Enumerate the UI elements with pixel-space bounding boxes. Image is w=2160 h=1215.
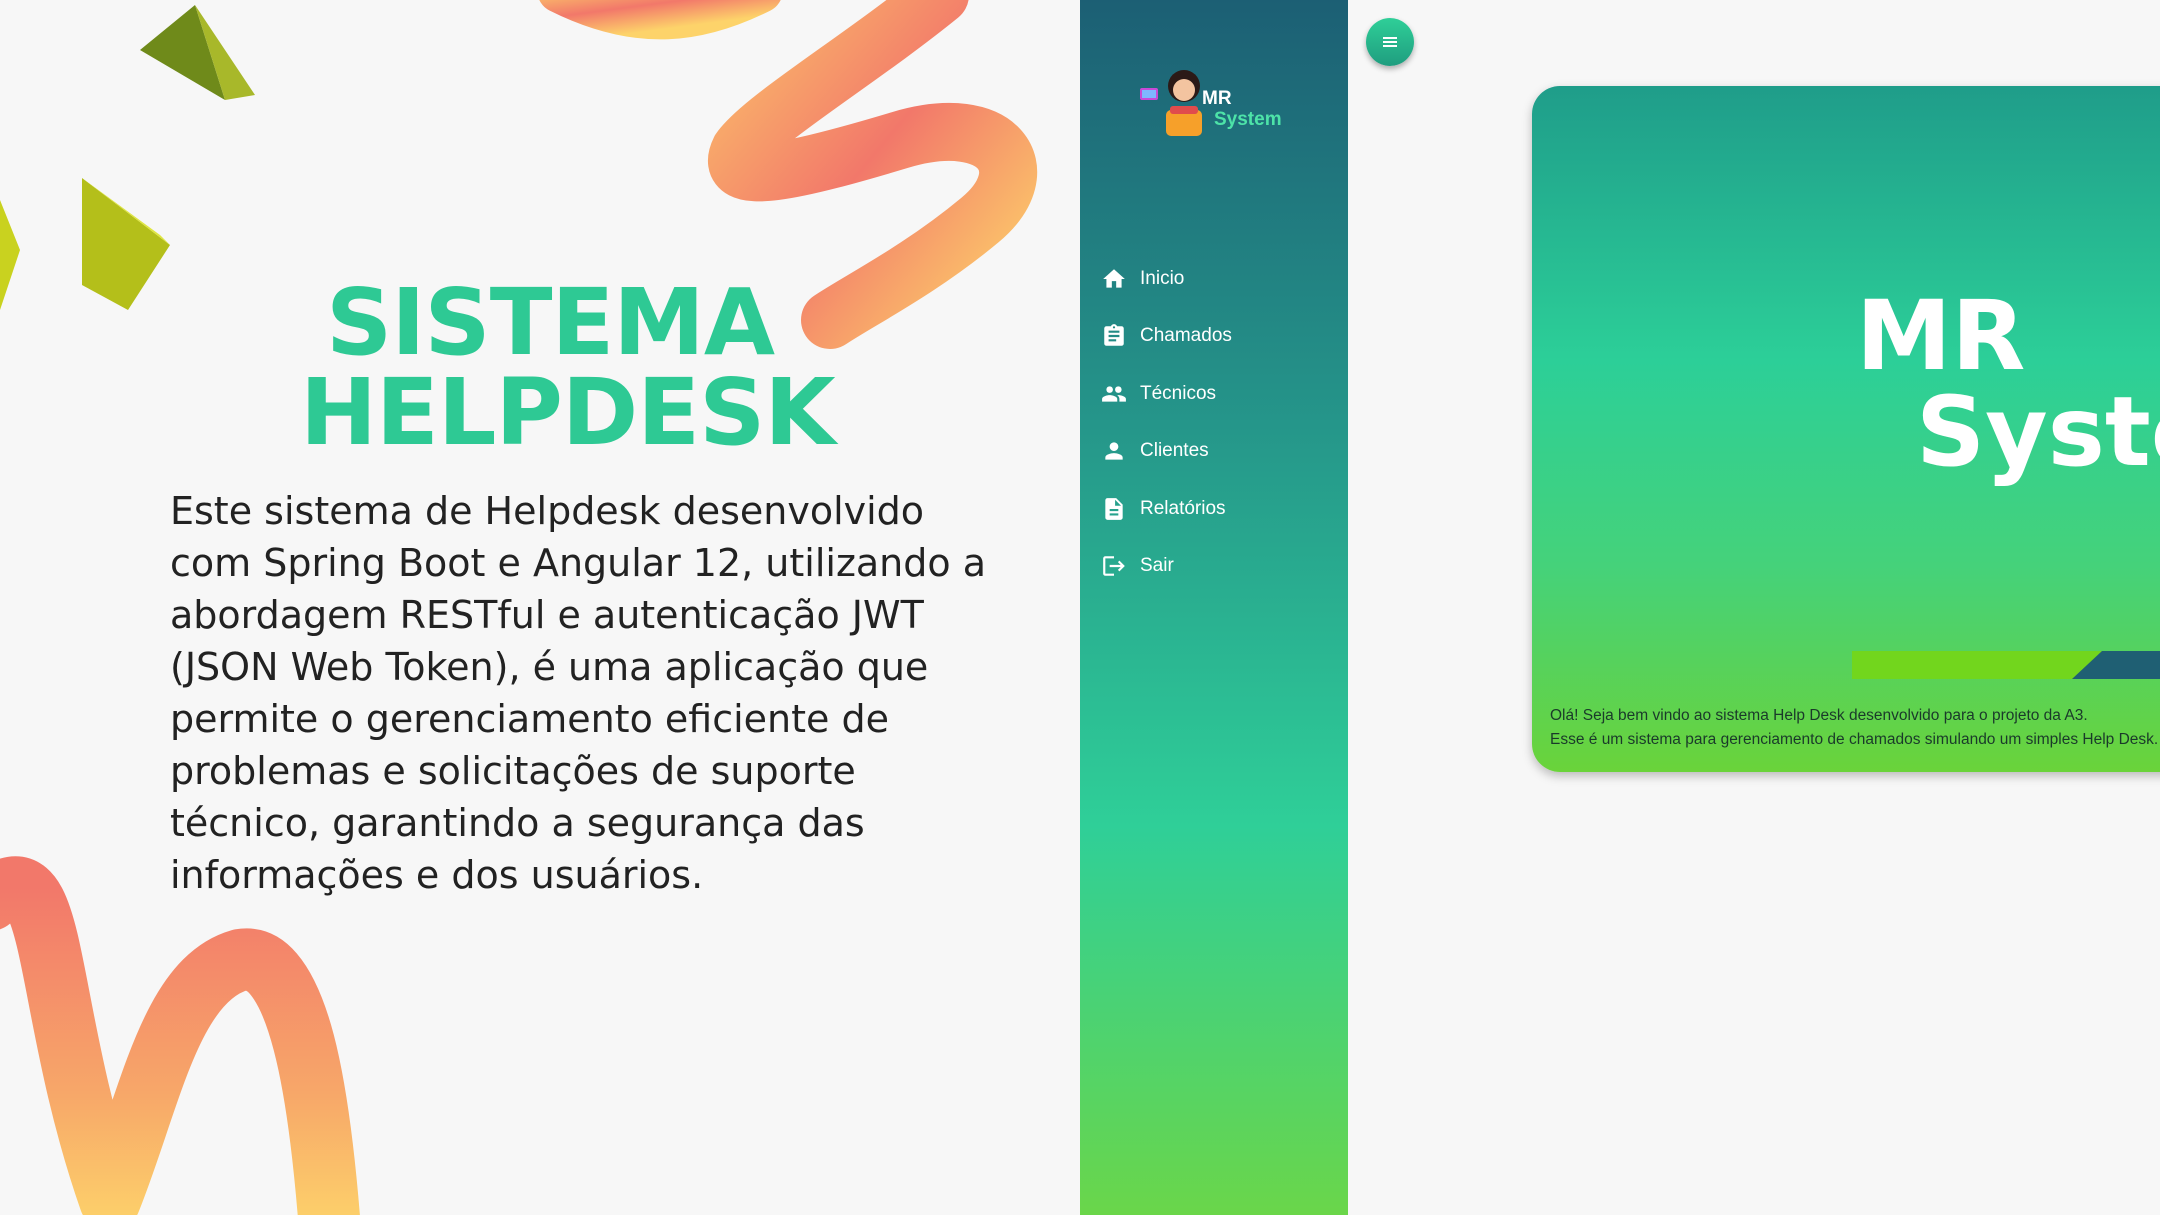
- sidebar-item-label: Inicio: [1140, 267, 1185, 289]
- sidebar-item-label: Relatórios: [1140, 497, 1226, 519]
- logo-line2: System: [1214, 109, 1282, 130]
- logout-icon: [1100, 552, 1128, 580]
- logo-line1: MR: [1202, 88, 1232, 109]
- welcome-card: MR System Olá! Seja bem vindo ao sistema…: [1532, 86, 2160, 772]
- promo-title: SISTEMA HELPDESK: [300, 269, 836, 466]
- logo: MR System: [1202, 88, 1282, 130]
- sidebar-item-label: Sair: [1140, 555, 1174, 577]
- sidebar-item-tecnicos[interactable]: Técnicos: [1080, 365, 1348, 423]
- promo-title-line1: SISTEMA: [325, 269, 775, 376]
- sidebar-item-clientes[interactable]: Clientes: [1080, 423, 1348, 481]
- welcome-line1: Olá! Seja bem vindo ao sistema Help Desk…: [1550, 707, 2088, 724]
- sidebar-item-sair[interactable]: Sair: [1080, 538, 1348, 596]
- promo-panel: SISTEMA HELPDESK Este sistema de Helpdes…: [0, 0, 1080, 1215]
- sidebar-item-label: Chamados: [1140, 325, 1232, 347]
- welcome-line2: Esse é um sistema para gerenciamento de …: [1550, 731, 2159, 748]
- menu-toggle-button[interactable]: [1366, 18, 1414, 66]
- hero-title-line1: MR: [1856, 280, 2026, 392]
- document-icon: [1100, 495, 1128, 523]
- group-icon: [1100, 380, 1128, 408]
- welcome-message: Olá! Seja bem vindo ao sistema Help Desk…: [1550, 704, 2160, 752]
- promo-title-line2: HELPDESK: [300, 359, 836, 466]
- sidebar: MR System Inicio Chamados Técnicos Clien…: [1080, 0, 1348, 1215]
- sidebar-item-relatorios[interactable]: Relatórios: [1080, 480, 1348, 538]
- home-icon: [1100, 265, 1128, 293]
- hamburger-icon: [1383, 37, 1397, 47]
- hero-accent-bar: [1852, 651, 2102, 679]
- sidebar-item-inicio[interactable]: Inicio: [1080, 250, 1348, 308]
- sidebar-item-chamados[interactable]: Chamados: [1080, 308, 1348, 366]
- clipboard-icon: [1100, 322, 1128, 350]
- sidebar-nav: Inicio Chamados Técnicos Clientes Relató…: [1080, 250, 1348, 595]
- sidebar-item-label: Clientes: [1140, 440, 1209, 462]
- hero-title-line2: System: [1916, 376, 2160, 488]
- sidebar-item-label: Técnicos: [1140, 382, 1217, 404]
- person-icon: [1100, 437, 1128, 465]
- promo-description: Este sistema de Helpdesk desenvolvido co…: [170, 489, 986, 897]
